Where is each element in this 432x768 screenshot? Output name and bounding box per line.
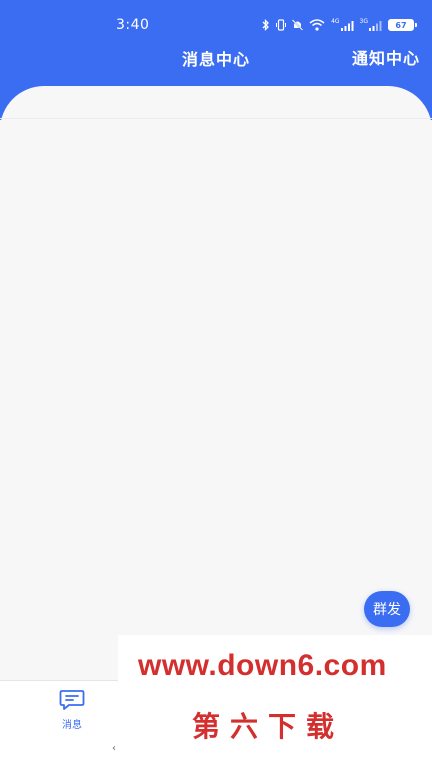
watermark-url: www.down6.com bbox=[138, 649, 387, 682]
message-list-area[interactable] bbox=[0, 86, 432, 680]
tab-messages-label: 消息 bbox=[62, 720, 82, 731]
wifi-icon bbox=[309, 18, 325, 32]
status-bar: 3:40 4G 3G 67 bbox=[0, 0, 432, 48]
signal-3g-icon: 3G bbox=[360, 18, 382, 32]
status-icons: 4G 3G 67 bbox=[262, 18, 417, 32]
list-divider bbox=[0, 118, 432, 119]
watermark-text: 第六下载 bbox=[192, 710, 345, 743]
broadcast-button[interactable]: 群发 bbox=[364, 591, 410, 627]
network-type-label: 4G bbox=[331, 18, 340, 25]
tab-messages[interactable]: 消息 bbox=[48, 689, 96, 731]
network-type-label-2: 3G bbox=[359, 18, 368, 25]
mute-icon bbox=[292, 18, 304, 32]
signal-4g-icon: 4G bbox=[331, 18, 354, 32]
status-time: 3:40 bbox=[116, 17, 150, 33]
battery-icon: 67 bbox=[388, 19, 417, 31]
message-icon bbox=[59, 690, 85, 710]
bluetooth-icon bbox=[262, 18, 270, 32]
notification-center-link[interactable]: 通知中心 bbox=[352, 45, 420, 69]
vibrate-icon bbox=[276, 18, 287, 32]
watermark-overlay: www.down6.com 第六下载 bbox=[118, 635, 432, 768]
back-gesture-icon[interactable]: ‹ bbox=[112, 743, 116, 754]
